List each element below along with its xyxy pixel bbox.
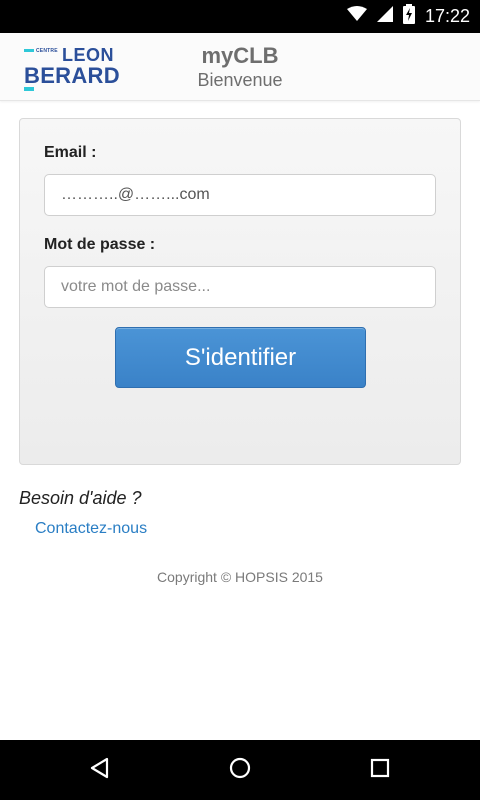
- wifi-icon: [346, 6, 367, 27]
- battery-charging-icon: [402, 4, 415, 29]
- signal-icon: [376, 6, 393, 27]
- email-label: Email :: [44, 144, 97, 161]
- password-placeholder: votre mot de passe...: [61, 278, 211, 295]
- contact-link[interactable]: Contactez-nous: [35, 520, 147, 538]
- recents-icon: [370, 758, 390, 783]
- back-icon: [89, 757, 111, 784]
- email-value: ………..@……...com: [61, 186, 210, 203]
- app-subtitle: Bienvenue: [197, 70, 283, 90]
- navigation-bar: [0, 740, 480, 800]
- login-panel: Email : ………..@……...com Mot de passe : vo…: [19, 118, 461, 465]
- email-field[interactable]: ………..@……...com: [44, 174, 436, 216]
- status-bar: 17:22: [0, 0, 480, 33]
- password-label: Mot de passe :: [44, 236, 156, 253]
- password-field[interactable]: votre mot de passe...: [44, 266, 436, 308]
- copyright-text: Copyright © HOPSIS 2015: [157, 569, 323, 585]
- login-button[interactable]: S'identifier: [115, 327, 366, 388]
- status-time: 17:22: [424, 6, 470, 26]
- app-header: CENTRE LEON BERARD myCLB Bienvenue: [0, 33, 480, 101]
- help-heading: Besoin d'aide ?: [19, 488, 142, 508]
- back-button[interactable]: [70, 740, 130, 800]
- home-icon: [228, 756, 252, 785]
- app-title: myCLB: [201, 43, 279, 68]
- recents-button[interactable]: [350, 740, 410, 800]
- home-button[interactable]: [210, 740, 270, 800]
